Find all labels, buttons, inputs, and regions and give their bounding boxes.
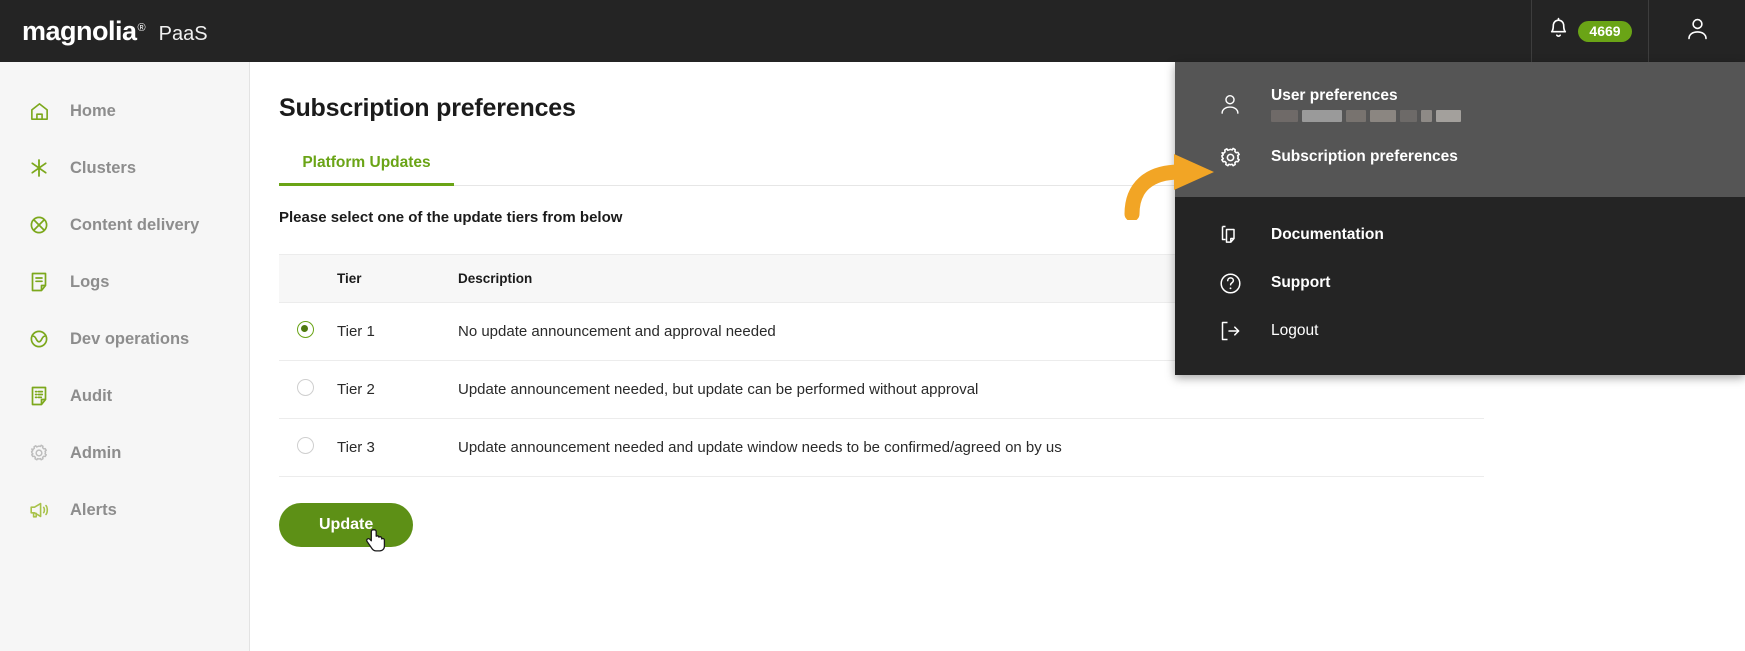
- sidebar-item-dev-operations[interactable]: Dev operations: [0, 320, 249, 358]
- menu-item-documentation[interactable]: Documentation: [1175, 211, 1745, 259]
- sidebar-item-audit[interactable]: Audit: [0, 377, 249, 415]
- sidebar-item-clusters[interactable]: Clusters: [0, 149, 249, 187]
- logo-wordmark: magnolia: [22, 15, 137, 46]
- logout-arrow-icon: [1217, 318, 1243, 344]
- documents-copy-icon: [1217, 222, 1243, 248]
- column-header-select: [279, 254, 337, 303]
- sidebar-item-label: Dev operations: [70, 329, 190, 348]
- sidebar-item-admin[interactable]: Admin: [0, 434, 249, 472]
- sidebar-item-label: Clusters: [70, 158, 137, 177]
- product-name: PaaS: [158, 22, 208, 45]
- sidebar-item-label: Alerts: [70, 500, 117, 519]
- user-avatar-icon: [1685, 16, 1710, 47]
- question-circle-icon: [1217, 270, 1243, 296]
- gear-icon: [1217, 144, 1243, 170]
- sidebar-item-label: Admin: [70, 443, 122, 462]
- radio-tier-2[interactable]: [297, 379, 314, 396]
- row-select-cell[interactable]: [279, 418, 337, 477]
- user-dropdown-menu: User preferences Subscription preference…: [1175, 62, 1745, 375]
- sidebar-item-alerts[interactable]: Alerts: [0, 491, 249, 529]
- dev-operations-icon: [28, 328, 50, 350]
- update-button[interactable]: Update: [279, 503, 414, 547]
- sidebar-item-logs[interactable]: Logs: [0, 263, 249, 301]
- row-select-cell[interactable]: [279, 302, 337, 361]
- radio-tier-3[interactable]: [297, 437, 314, 454]
- clusters-asterisk-icon: [28, 157, 50, 179]
- menu-item-subscription-preferences[interactable]: Subscription preferences: [1175, 133, 1745, 181]
- gear-icon: [28, 442, 50, 464]
- notifications-button[interactable]: 4669: [1531, 0, 1648, 62]
- menu-item-label: User preferences: [1271, 87, 1398, 104]
- dropdown-group-help: Documentation Support Logout: [1175, 197, 1745, 375]
- brand-logo[interactable]: magnolia ® PaaS: [0, 16, 208, 47]
- menu-item-text-block: User preferences: [1271, 87, 1461, 122]
- content-delivery-icon: [28, 214, 50, 236]
- table-row[interactable]: Tier 3 Update announcement needed and up…: [279, 418, 1484, 477]
- app-header: magnolia ® PaaS 4669: [0, 0, 1745, 62]
- menu-item-label: Documentation: [1271, 226, 1384, 243]
- radio-tier-1[interactable]: [297, 321, 314, 338]
- sidebar-item-label: Content delivery: [70, 215, 200, 234]
- tab-platform-updates[interactable]: Platform Updates: [279, 154, 454, 186]
- user-icon: [1217, 92, 1243, 118]
- redacted-username: [1271, 110, 1461, 122]
- row-tier-label: Tier 3: [337, 418, 458, 477]
- sidebar-item-label: Audit: [70, 386, 113, 405]
- menu-item-label: Logout: [1271, 322, 1319, 339]
- column-header-tier: Tier: [337, 254, 458, 303]
- bell-icon: [1548, 17, 1569, 45]
- sidebar-item-content-delivery[interactable]: Content delivery: [0, 206, 249, 244]
- home-icon: [28, 100, 50, 122]
- menu-item-logout[interactable]: Logout: [1175, 307, 1745, 355]
- menu-item-label: Subscription preferences: [1271, 148, 1458, 165]
- row-description: Update announcement needed and update wi…: [458, 418, 1484, 477]
- menu-item-label: Support: [1271, 274, 1331, 291]
- sidebar-nav: Home Clusters Content delivery Logs Dev …: [0, 62, 250, 651]
- row-tier-label: Tier 2: [337, 360, 458, 419]
- sidebar-item-home[interactable]: Home: [0, 92, 249, 130]
- menu-item-support[interactable]: Support: [1175, 259, 1745, 307]
- logs-document-icon: [28, 271, 50, 293]
- sidebar-item-label: Logs: [70, 272, 110, 291]
- user-menu-button[interactable]: [1648, 0, 1745, 62]
- megaphone-icon: [28, 499, 50, 521]
- audit-document-icon: [28, 385, 50, 407]
- sidebar-item-label: Home: [70, 101, 116, 120]
- dropdown-group-account: User preferences Subscription preference…: [1175, 62, 1745, 197]
- notification-count-badge: 4669: [1578, 20, 1632, 42]
- registered-trademark-icon: ®: [137, 21, 146, 34]
- row-select-cell[interactable]: [279, 360, 337, 419]
- row-tier-label: Tier 1: [337, 302, 458, 361]
- menu-item-user-preferences[interactable]: User preferences: [1175, 76, 1745, 133]
